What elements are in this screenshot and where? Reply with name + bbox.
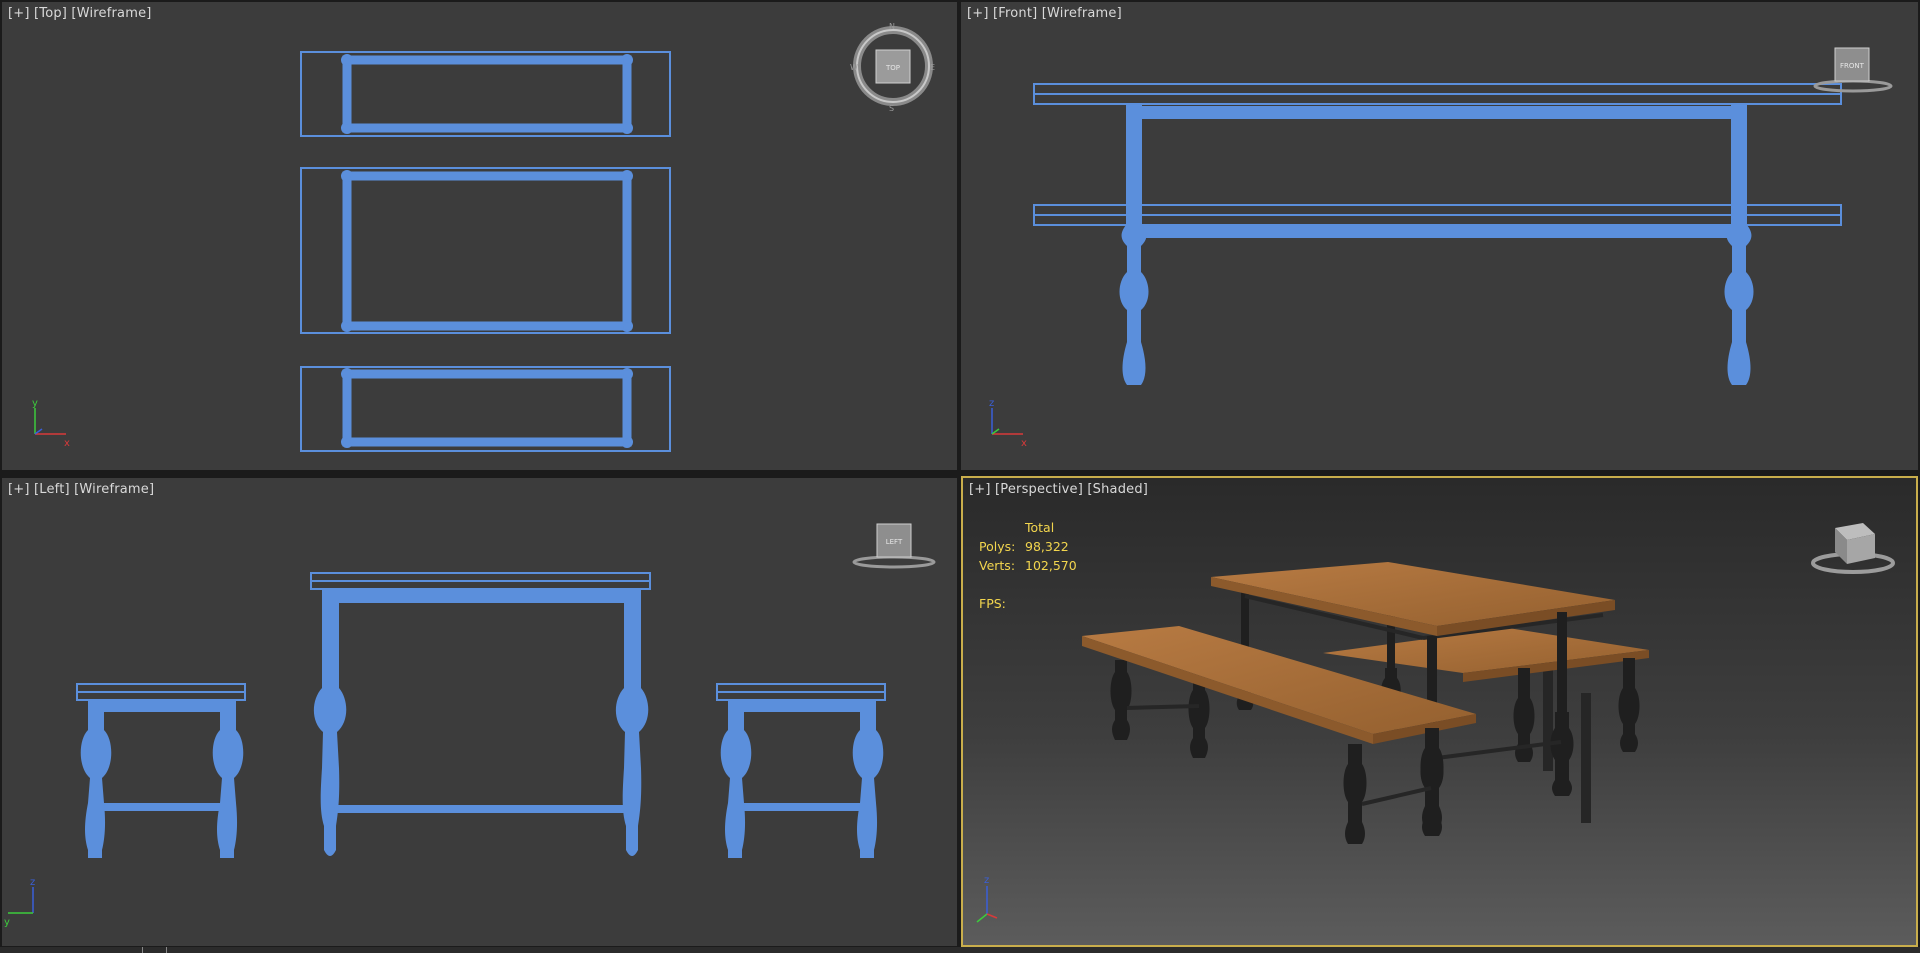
bench-top-outline: [300, 51, 671, 137]
axis-z-label: z: [30, 877, 35, 888]
top-wireframe-canvas: y x: [32, 51, 671, 452]
viewcube-face-label: FRONT: [1840, 62, 1865, 70]
table-leg: [1724, 105, 1754, 385]
viewcube-face-label: TOP: [885, 64, 900, 72]
axis-gizmo: z y: [4, 877, 35, 928]
viewcube-face-label: LEFT: [886, 538, 903, 546]
axis-y-label: y: [4, 917, 10, 928]
axis-gizmo: z x: [989, 398, 1027, 449]
viewport-left[interactable]: [+] [Left] [Wireframe] z y LEFT: [2, 478, 957, 946]
bench-top-outline: [300, 366, 671, 452]
viewcube-icon[interactable]: TOP: [875, 49, 911, 84]
axis-gizmo: y x: [32, 398, 70, 449]
front-wireframe-canvas: z x FRONT: [989, 47, 1893, 449]
viewport-perspective[interactable]: [+] [Perspective] [Shaded] Total Polys: 9…: [961, 476, 1918, 947]
viewport-top[interactable]: [+] [Top] [Wireframe] y x N S W E TOP: [2, 2, 957, 470]
axis-x-label: x: [1021, 438, 1027, 449]
perspective-render: z: [976, 523, 1895, 923]
axis-z-label: z: [989, 398, 994, 409]
table-top-slab: [1033, 83, 1842, 105]
bench-side: [76, 683, 246, 858]
table-leg: [1119, 105, 1149, 385]
axis-z-label: z: [984, 875, 989, 886]
status-divider: [142, 947, 143, 953]
viewcube-icon[interactable]: LEFT: [852, 523, 936, 569]
left-wireframe-canvas: z y LEFT: [4, 523, 936, 928]
axis-x-label: x: [64, 438, 70, 449]
bench-leg: [1343, 728, 1444, 844]
axis-gizmo: z: [976, 875, 998, 923]
lower-stretcher: [1126, 225, 1747, 238]
status-divider: [166, 947, 167, 953]
table-side: [310, 572, 651, 856]
status-bar: [0, 947, 1920, 953]
bench-side: [716, 683, 886, 858]
table-top-outline: [300, 167, 671, 334]
viewcube-icon[interactable]: [1811, 523, 1895, 574]
table-top-model: [1211, 562, 1615, 636]
table-apron: [1126, 106, 1747, 119]
viewport-front[interactable]: [+] [Front] [Wireframe] z x FRONT: [961, 2, 1918, 470]
bench-slab: [1033, 204, 1842, 226]
axis-y-label: y: [32, 398, 38, 409]
